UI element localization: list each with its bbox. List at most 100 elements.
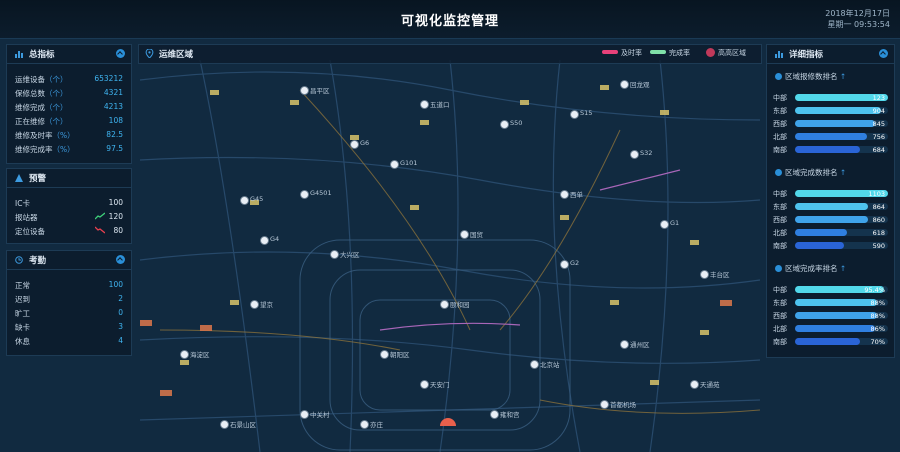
ranking-label: 北部 xyxy=(773,325,787,333)
stat-row: 保修总数（个） 4321 xyxy=(15,88,123,98)
location-icon xyxy=(145,49,154,58)
map-poi-marker[interactable] xyxy=(260,236,269,245)
legend-item[interactable]: 高高区域 xyxy=(706,48,746,58)
ranking-label: 北部 xyxy=(773,133,787,141)
ranking-fill xyxy=(795,229,848,236)
sort-arrow-icon[interactable]: ↑ xyxy=(838,72,846,81)
map-poi-marker[interactable] xyxy=(300,410,309,419)
map-poi-marker[interactable] xyxy=(380,350,389,359)
attendance-row: 迟到 2 xyxy=(15,294,123,304)
section-title-text: 区域完成率排名 xyxy=(785,264,838,273)
ranking-bar: 南部 684 xyxy=(773,145,888,154)
collapse-icon[interactable] xyxy=(879,49,888,58)
map-poi-marker[interactable] xyxy=(350,140,359,149)
map-poi-marker[interactable] xyxy=(620,340,629,349)
map-poi-marker[interactable] xyxy=(330,250,339,259)
map-label: S50 xyxy=(510,119,523,127)
map-poi-marker[interactable] xyxy=(420,100,429,109)
ranking-fill xyxy=(795,146,861,153)
collapse-icon[interactable] xyxy=(116,255,125,264)
map-background[interactable] xyxy=(0,0,900,452)
stat-row: 维修及时率（%） 82.5 xyxy=(15,130,123,140)
detail-panel: 详细指标 区域报修数排名 ↑ 中部 123 东部 904 西部 845 北部 756 南部 684 区… xyxy=(766,44,895,358)
ranking-track: 88% xyxy=(795,299,888,307)
map-poi-marker[interactable] xyxy=(660,220,669,229)
ranking-label: 南部 xyxy=(773,242,787,250)
alert-row: IC卡 100 xyxy=(15,198,123,208)
trend-down-icon xyxy=(95,226,105,234)
stat-row: 维修完成率（%） 97.5 xyxy=(15,144,123,154)
map-label: 望京 xyxy=(260,301,273,309)
panel-title: 考勤 xyxy=(29,256,47,266)
ranking-bar: 南部 590 xyxy=(773,241,888,250)
ranking-fill xyxy=(795,216,868,223)
ranking-fill xyxy=(795,203,868,210)
ranking-label: 南部 xyxy=(773,338,787,346)
ranking-track: 590 xyxy=(795,242,888,250)
map-poi-marker[interactable] xyxy=(560,190,569,199)
ranking-value: 864 xyxy=(872,203,885,211)
ranking-track: 684 xyxy=(795,146,888,154)
map-poi-marker[interactable] xyxy=(440,300,449,309)
map-label: 天安门 xyxy=(430,381,450,389)
ranking-value: 756 xyxy=(872,133,885,141)
map-label: S15 xyxy=(580,109,593,117)
map-poi-marker[interactable] xyxy=(500,120,509,129)
ranking-value: 70% xyxy=(870,338,885,346)
sort-arrow-icon[interactable]: ↑ xyxy=(838,168,846,177)
map-label: 雍和宫 xyxy=(500,411,520,419)
map-poi-marker[interactable] xyxy=(250,300,259,309)
map-label: 首都机场 xyxy=(610,401,636,409)
panel-header: 详细指标 xyxy=(767,45,894,64)
ranking-label: 中部 xyxy=(773,286,787,294)
section-title-text: 区域报修数排名 xyxy=(785,72,838,81)
map-label: 回龙观 xyxy=(630,81,650,89)
map-poi-marker[interactable] xyxy=(490,410,499,419)
map-title: 运维区域 xyxy=(159,50,194,60)
map-poi-marker[interactable] xyxy=(560,260,569,269)
attendance-row: 旷工 0 xyxy=(15,308,123,318)
panel-header: 考勤 xyxy=(7,251,131,270)
map-poi-marker[interactable] xyxy=(180,350,189,359)
current-date: 2018年12月17日 xyxy=(825,9,890,18)
map-poi-marker[interactable] xyxy=(690,380,699,389)
collapse-icon[interactable] xyxy=(116,49,125,58)
ranking-label: 西部 xyxy=(773,216,787,224)
ranking-value: 618 xyxy=(872,229,885,237)
map-poi-marker[interactable] xyxy=(220,420,229,429)
ranking-label: 西部 xyxy=(773,120,787,128)
alert-row: 定位设备 80 xyxy=(15,226,123,236)
ranking-bar: 东部 864 xyxy=(773,202,888,211)
map-poi-marker[interactable] xyxy=(700,270,709,279)
ranking-value: 123 xyxy=(872,94,885,102)
ranking-label: 中部 xyxy=(773,94,787,102)
map-poi-marker[interactable] xyxy=(390,160,399,169)
map-poi-marker[interactable] xyxy=(300,86,309,95)
legend-item[interactable]: 及时率 xyxy=(602,48,642,58)
ranking-bar: 西部 845 xyxy=(773,119,888,128)
ranking-bar: 西部 860 xyxy=(773,215,888,224)
ranking-label: 北部 xyxy=(773,229,787,237)
map-poi-marker[interactable] xyxy=(530,360,539,369)
map-poi-marker[interactable] xyxy=(570,110,579,119)
map-label: 国贸 xyxy=(470,231,483,239)
ranking-track: 86% xyxy=(795,325,888,333)
sort-arrow-icon[interactable]: ↑ xyxy=(838,264,846,273)
legend-item[interactable]: 完成率 xyxy=(650,48,690,58)
ranking-fill xyxy=(795,299,877,306)
attendance-row: 缺卡 3 xyxy=(15,322,123,332)
map-poi-marker[interactable] xyxy=(420,380,429,389)
map-poi-marker[interactable] xyxy=(620,80,629,89)
ranking-bar: 北部 86% xyxy=(773,324,888,333)
section-title-text: 区域完成数排名 xyxy=(785,168,838,177)
ranking-track: 95.4% xyxy=(795,286,888,294)
map-poi-marker[interactable] xyxy=(600,400,609,409)
map-poi-marker[interactable] xyxy=(630,150,639,159)
map-poi-marker[interactable] xyxy=(360,420,369,429)
map-poi-marker[interactable] xyxy=(300,190,309,199)
map-poi-marker[interactable] xyxy=(240,196,249,205)
current-time: 星期一 09:53:54 xyxy=(827,20,890,29)
map-label: 中关村 xyxy=(310,411,330,419)
map-poi-marker[interactable] xyxy=(460,230,469,239)
road-network xyxy=(139,59,761,452)
